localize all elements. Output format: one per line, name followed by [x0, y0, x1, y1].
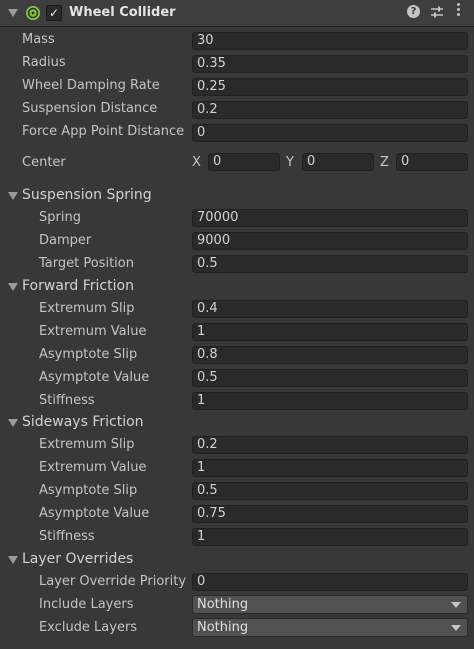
center-z-label: Z: [380, 155, 389, 170]
center-x-label: X: [192, 155, 201, 170]
sf-extremum-value-label: Extremum Value: [39, 460, 147, 475]
exclude-layers-label: Exclude Layers: [39, 620, 138, 635]
mass-field[interactable]: 30: [192, 32, 468, 50]
ff-asymptote-slip-label: Asymptote Slip: [39, 347, 138, 362]
wheel-collider-icon: [26, 6, 40, 20]
ff-asymptote-slip-field[interactable]: 0.8: [192, 346, 468, 364]
damper-field[interactable]: 9000: [192, 232, 468, 250]
include-layers-value: Nothing: [197, 597, 249, 612]
sf-asymptote-value-label: Asymptote Value: [39, 506, 150, 521]
layer-overrides-foldout-icon[interactable]: [8, 556, 18, 564]
ff-stiffness-field[interactable]: 1: [192, 392, 468, 410]
sf-stiffness-label: Stiffness: [39, 529, 95, 544]
force-app-point-distance-field[interactable]: 0: [192, 124, 468, 142]
include-layers-dropdown[interactable]: Nothing: [192, 595, 468, 614]
exclude-layers-value: Nothing: [197, 620, 249, 635]
preset-sliders-icon[interactable]: [430, 5, 444, 19]
suspension-spring-foldout-icon[interactable]: [8, 192, 18, 200]
help-icon[interactable]: ?: [407, 5, 420, 18]
suspension-spring-header[interactable]: Suspension Spring: [22, 187, 152, 203]
enabled-checkbox[interactable]: ✓: [46, 5, 62, 21]
ff-extremum-slip-label: Extremum Slip: [39, 301, 135, 316]
mass-label: Mass: [22, 32, 55, 47]
chevron-down-icon: [451, 625, 461, 631]
sf-asymptote-value-field[interactable]: 0.75: [192, 505, 468, 523]
radius-field[interactable]: 0.35: [192, 55, 468, 73]
center-label: Center: [22, 155, 66, 170]
chevron-down-icon: [451, 602, 461, 608]
ff-stiffness-label: Stiffness: [39, 393, 95, 408]
layer-override-priority-label: Layer Override Priority: [39, 574, 187, 589]
foldout-arrow-icon[interactable]: [8, 9, 18, 17]
kebab-menu-icon[interactable]: [455, 3, 463, 18]
sf-extremum-value-field[interactable]: 1: [192, 459, 468, 477]
sideways-friction-header[interactable]: Sideways Friction: [22, 414, 144, 430]
center-z-field[interactable]: 0: [396, 153, 468, 171]
suspension-distance-field[interactable]: 0.2: [192, 101, 468, 119]
suspension-distance-label: Suspension Distance: [22, 101, 158, 116]
target-position-field[interactable]: 0.5: [192, 255, 468, 273]
sf-extremum-slip-field[interactable]: 0.2: [192, 436, 468, 454]
center-y-field[interactable]: 0: [302, 153, 374, 171]
ff-extremum-value-field[interactable]: 1: [192, 323, 468, 341]
center-x-field[interactable]: 0: [208, 153, 280, 171]
ff-extremum-slip-field[interactable]: 0.4: [192, 300, 468, 318]
exclude-layers-dropdown[interactable]: Nothing: [192, 618, 468, 637]
sideways-friction-foldout-icon[interactable]: [8, 419, 18, 427]
center-y-label: Y: [286, 155, 294, 170]
ff-asymptote-value-label: Asymptote Value: [39, 370, 150, 385]
include-layers-label: Include Layers: [39, 597, 134, 612]
sf-extremum-slip-label: Extremum Slip: [39, 437, 135, 452]
wheel-damping-rate-field[interactable]: 0.25: [192, 78, 468, 96]
radius-label: Radius: [22, 55, 66, 70]
component-header: ✓ Wheel Collider ?: [0, 0, 474, 27]
sf-asymptote-slip-label: Asymptote Slip: [39, 483, 138, 498]
force-app-point-distance-label: Force App Point Distance: [22, 124, 185, 139]
wheel-damping-rate-label: Wheel Damping Rate: [22, 78, 160, 93]
sf-stiffness-field[interactable]: 1: [192, 528, 468, 546]
spring-label: Spring: [39, 210, 81, 225]
ff-asymptote-value-field[interactable]: 0.5: [192, 369, 468, 387]
ff-extremum-value-label: Extremum Value: [39, 324, 147, 339]
sf-asymptote-slip-field[interactable]: 0.5: [192, 482, 468, 500]
target-position-label: Target Position: [39, 256, 134, 271]
layer-override-priority-field[interactable]: 0: [192, 573, 468, 591]
forward-friction-foldout-icon[interactable]: [8, 283, 18, 291]
component-title: Wheel Collider: [69, 5, 176, 20]
spring-field[interactable]: 70000: [192, 209, 468, 227]
forward-friction-header[interactable]: Forward Friction: [22, 278, 134, 294]
damper-label: Damper: [39, 233, 92, 248]
layer-overrides-header[interactable]: Layer Overrides: [22, 551, 133, 567]
